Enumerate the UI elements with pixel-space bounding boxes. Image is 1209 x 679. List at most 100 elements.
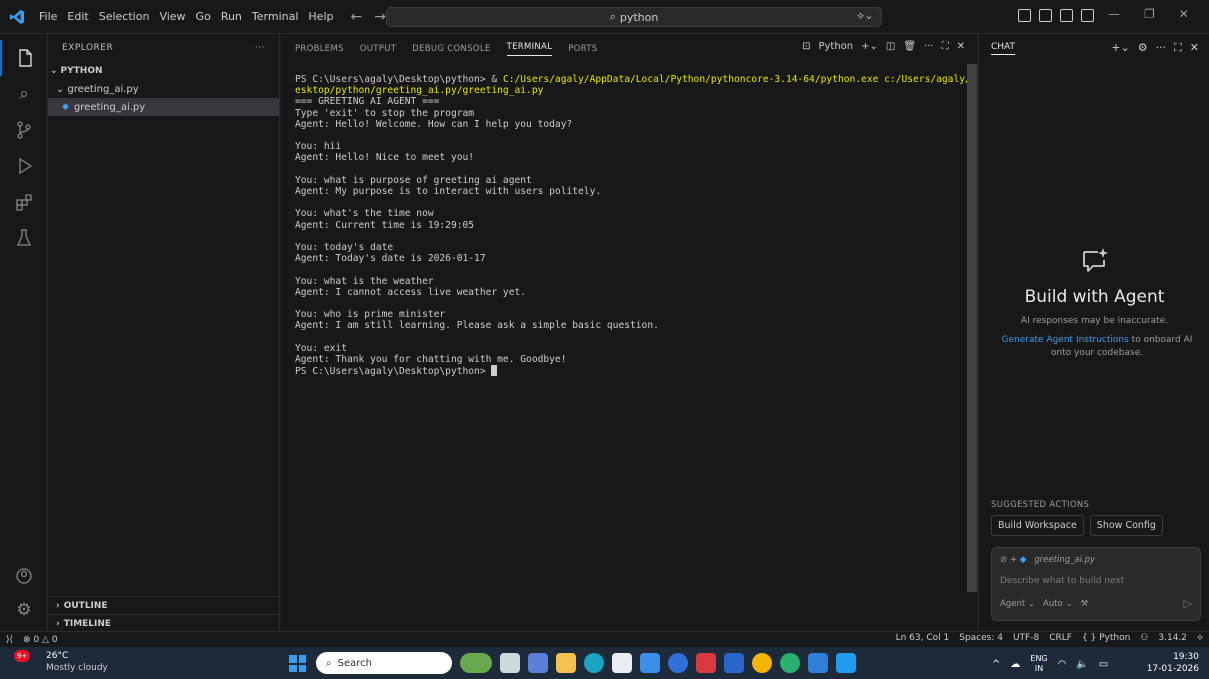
close-icon[interactable]: ✕ xyxy=(1179,7,1189,21)
send-icon[interactable]: ▷ xyxy=(1184,597,1192,610)
tab-problems[interactable]: PROBLEMS xyxy=(295,44,344,54)
close-icon[interactable]: ✕ xyxy=(1190,41,1199,55)
context-file[interactable]: greeting_ai.py xyxy=(1034,555,1095,565)
tools-icon[interactable]: ⚒ xyxy=(1081,599,1089,609)
task-view-icon[interactable] xyxy=(500,653,520,673)
app-icon[interactable] xyxy=(696,653,716,673)
remote-icon[interactable]: ⟩⟨ xyxy=(6,635,13,645)
wifi-icon[interactable]: ◠ xyxy=(1058,659,1067,670)
terminal-output[interactable]: PS C:\Users\agaly\Desktop\python> & C:/U… xyxy=(295,74,977,377)
toggle-panel-icon[interactable] xyxy=(1039,9,1052,22)
testing-icon[interactable] xyxy=(0,220,48,256)
chat-input-box[interactable]: ⊘ + ◆ greeting_ai.py Describe what to bu… xyxy=(991,547,1201,621)
run-debug-icon[interactable] xyxy=(0,148,48,184)
toggle-primary-sidebar-icon[interactable] xyxy=(1018,9,1031,22)
problems-status[interactable]: ⊗ 0 △ 0 xyxy=(23,635,58,645)
copilot-status-icon[interactable]: ⟡ xyxy=(1197,633,1203,643)
restore-icon[interactable]: ❐ xyxy=(1144,7,1155,21)
tab-ports[interactable]: PORTS xyxy=(568,44,597,54)
vscode-taskbar-icon[interactable] xyxy=(836,653,856,673)
folder-python[interactable]: ⌄ PYTHON xyxy=(48,62,279,80)
gear-icon[interactable]: ⚙ xyxy=(1138,41,1148,55)
new-chat-icon[interactable]: +⌄ xyxy=(1111,41,1129,55)
model-dropdown[interactable]: Auto ⌄ xyxy=(1043,599,1073,609)
command-center-search[interactable]: ⌕ python xyxy=(386,7,882,27)
show-config-button[interactable]: Show Config xyxy=(1089,515,1163,536)
forward-arrow-icon[interactable]: → xyxy=(374,9,386,25)
explorer-icon[interactable] xyxy=(0,40,48,76)
onedrive-icon[interactable]: ☁ xyxy=(1010,659,1020,670)
terminal-scrollbar[interactable] xyxy=(967,64,977,592)
help-icon[interactable] xyxy=(668,653,688,673)
generate-instructions-link[interactable]: Generate Agent Instructions xyxy=(1002,335,1129,345)
terminal-shell-label[interactable]: Python xyxy=(818,41,853,52)
menu-edit[interactable]: Edit xyxy=(62,0,93,34)
search-icon[interactable]: ⌕ xyxy=(0,76,48,112)
menu-terminal[interactable]: Terminal xyxy=(247,0,304,34)
close-panel-icon[interactable]: ✕ xyxy=(957,41,965,52)
edge-icon[interactable] xyxy=(584,653,604,673)
chat-placeholder[interactable]: Describe what to build next xyxy=(1000,576,1124,586)
more-actions-icon[interactable]: ··· xyxy=(1156,41,1167,55)
volume-icon[interactable]: 🔈 xyxy=(1076,659,1088,670)
app-icon[interactable] xyxy=(640,653,660,673)
windows-start-icon[interactable] xyxy=(289,655,306,672)
cursor-position[interactable]: Ln 63, Col 1 xyxy=(896,633,950,643)
line-ending[interactable]: CRLF xyxy=(1049,633,1072,643)
app-icon[interactable] xyxy=(808,653,828,673)
menu-view[interactable]: View xyxy=(154,0,190,34)
weather-widget[interactable]: 26°C Mostly cloudy xyxy=(46,650,108,674)
maximize-panel-icon[interactable]: ⛶ xyxy=(942,41,949,52)
language-indicator[interactable]: ENG IN xyxy=(1030,654,1047,674)
chat-title[interactable]: CHAT xyxy=(991,42,1016,55)
chevron-up-icon[interactable]: ^ xyxy=(992,659,1000,670)
menu-file[interactable]: File xyxy=(34,0,62,34)
terminal-cmd-prompt: PS C:\Users\agaly\Desktop\python> & xyxy=(295,74,503,85)
outline-section[interactable]: › OUTLINE xyxy=(48,596,280,614)
toggle-secondary-sidebar-icon[interactable] xyxy=(1060,9,1073,22)
tab-debug-console[interactable]: DEBUG CONSOLE xyxy=(412,44,490,54)
clock[interactable]: 19:30 17-01-2026 xyxy=(1147,651,1199,675)
indentation[interactable]: Spaces: 4 xyxy=(959,633,1003,643)
attach-icon[interactable]: ⊘ xyxy=(1000,555,1007,565)
maximize-icon[interactable]: ⛶ xyxy=(1174,41,1182,55)
menu-help[interactable]: Help xyxy=(303,0,338,34)
more-actions-icon[interactable]: ··· xyxy=(924,41,934,52)
encoding[interactable]: UTF-8 xyxy=(1013,633,1039,643)
more-actions-icon[interactable]: ··· xyxy=(255,43,265,53)
add-context-icon[interactable]: + xyxy=(1010,555,1020,565)
mode-dropdown[interactable]: Agent ⌄ xyxy=(1000,599,1035,609)
app-icon[interactable] xyxy=(724,653,744,673)
back-arrow-icon[interactable]: ← xyxy=(350,9,362,25)
minimize-icon[interactable]: — xyxy=(1108,7,1120,21)
subfolder-greeting[interactable]: ⌄ greeting_ai.py xyxy=(48,80,279,98)
menu-selection[interactable]: Selection xyxy=(94,0,155,34)
timeline-section[interactable]: › TIMELINE xyxy=(48,614,280,632)
python-version[interactable]: 3.14.2 xyxy=(1158,633,1187,643)
tab-terminal[interactable]: TERMINAL xyxy=(506,42,553,56)
battery-icon[interactable]: ▭ xyxy=(1099,659,1108,670)
account-icon[interactable] xyxy=(0,558,48,594)
manage-gear-icon[interactable]: ⚙ xyxy=(0,592,48,628)
whatsapp-icon[interactable] xyxy=(780,653,800,673)
language-mode[interactable]: { } Python xyxy=(1082,633,1130,643)
chrome-icon[interactable] xyxy=(752,653,772,673)
menu-go[interactable]: Go xyxy=(191,0,216,34)
source-control-icon[interactable] xyxy=(0,112,48,148)
new-terminal-icon[interactable]: +⌄ xyxy=(861,41,878,52)
tab-output[interactable]: OUTPUT xyxy=(360,44,396,54)
file-greeting-ai[interactable]: ◆ greeting_ai.py xyxy=(48,98,279,116)
build-workspace-button[interactable]: Build Workspace xyxy=(991,515,1084,536)
copilot-icon[interactable]: ⟡⌄ xyxy=(857,9,874,23)
taskbar-search[interactable]: ⌕ Search xyxy=(316,652,452,674)
split-terminal-icon[interactable]: ◫ xyxy=(886,41,895,52)
copilot-app-icon[interactable] xyxy=(528,653,548,673)
store-icon[interactable] xyxy=(612,653,632,673)
menu-run[interactable]: Run xyxy=(216,0,247,34)
vscode-logo-icon[interactable] xyxy=(0,0,34,34)
widgets-icon[interactable] xyxy=(460,653,492,673)
customize-layout-icon[interactable] xyxy=(1081,9,1094,22)
extensions-icon[interactable] xyxy=(0,184,48,220)
trash-icon[interactable]: 🗑 xyxy=(903,41,916,52)
file-explorer-icon[interactable] xyxy=(556,653,576,673)
